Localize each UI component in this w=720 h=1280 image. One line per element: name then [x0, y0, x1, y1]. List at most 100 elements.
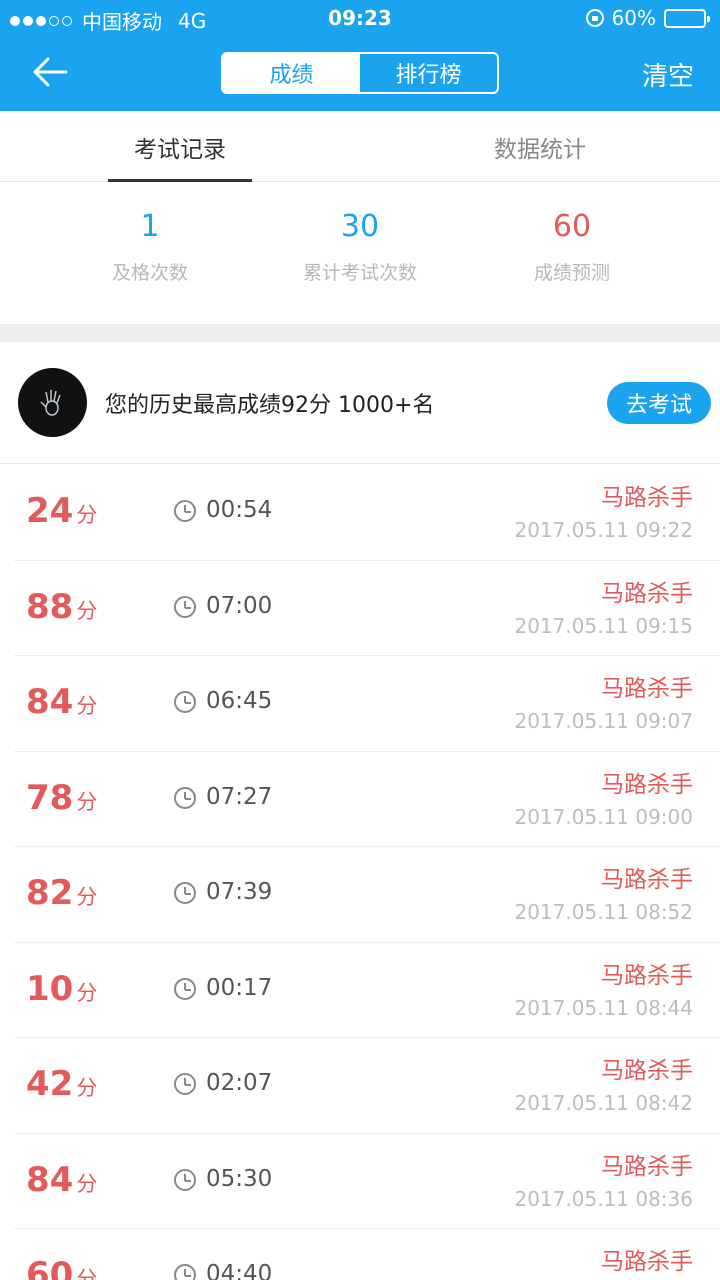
clock-icon	[174, 786, 196, 809]
app-header: 中国移动 4G 09:23 60% 成绩 排行榜 清空	[0, 0, 720, 111]
exam-datetime: 2017.05.11 09:22	[514, 518, 693, 542]
list-item[interactable]: 78 分 07:27 马路杀手 2017.05.11 09:00	[0, 752, 720, 848]
exam-duration: 06:45	[206, 688, 273, 714]
segment-ranking[interactable]: 排行榜	[360, 54, 497, 92]
exam-title: 马路杀手	[601, 1153, 693, 1180]
clock-icon	[174, 595, 196, 618]
clock-icon	[174, 977, 196, 1000]
battery-icon	[664, 8, 710, 28]
exam-datetime: 2017.05.11 08:36	[514, 1186, 693, 1211]
list-item[interactable]: 88 分 07:00 马路杀手 2017.05.11 09:15	[0, 561, 720, 657]
exam-duration: 00:54	[206, 497, 273, 523]
score-unit: 分	[76, 1076, 98, 1100]
clock-icon	[174, 1073, 196, 1095]
score-value: 82	[26, 873, 74, 913]
score-value: 88	[26, 586, 74, 627]
exam-duration: 07:00	[206, 592, 273, 619]
clock-icon	[174, 882, 196, 904]
stat-value: 60	[552, 209, 592, 244]
tab-bar: 考试记录 数据统计	[0, 111, 720, 182]
status-bar: 中国移动 4G 09:23 60%	[0, 0, 720, 36]
exam-title: 马路杀手	[601, 1249, 693, 1275]
segment-scores[interactable]: 成绩	[223, 54, 360, 92]
clear-button[interactable]: 清空	[642, 56, 694, 93]
section-divider	[0, 324, 720, 342]
avatar	[18, 368, 87, 437]
battery-percent: 60%	[611, 6, 656, 30]
exam-datetime: 2017.05.11 08:52	[514, 900, 693, 924]
clock-icon	[174, 500, 196, 522]
exam-title: 马路杀手	[601, 867, 693, 893]
list-item[interactable]: 10 分 00:17 马路杀手 2017.05.11 08:44	[0, 943, 720, 1039]
best-score-banner: 您的历史最高成绩92分 1000+名 去考试	[0, 342, 720, 464]
clock-icon	[174, 1168, 196, 1191]
score: 60 分	[26, 1255, 97, 1280]
exam-duration: 04:40	[206, 1261, 273, 1280]
score-unit: 分	[76, 789, 98, 814]
stat-label: 成绩预测	[533, 262, 610, 284]
list-item[interactable]: 84 分 06:45 马路杀手 2017.05.11 09:07	[0, 656, 720, 752]
stat-label: 累计考试次数	[302, 262, 417, 284]
score: 24 分	[26, 491, 97, 531]
score: 42 分	[26, 1064, 97, 1104]
exam-title: 马路杀手	[601, 962, 693, 989]
hand-print-icon	[40, 390, 61, 416]
score: 84 分	[26, 1160, 97, 1200]
score-unit: 分	[76, 694, 98, 718]
exam-duration: 02:07	[206, 1070, 273, 1096]
list-item[interactable]: 82 分 07:39 马路杀手 2017.05.11 08:52	[0, 847, 720, 943]
score-unit: 分	[76, 503, 98, 527]
exam-datetime: 2017.05.11 09:07	[514, 709, 693, 733]
exam-duration: 07:27	[206, 783, 273, 810]
score: 88 分	[26, 587, 97, 627]
best-score-text: 您的历史最高成绩92分 1000+名	[105, 393, 435, 418]
tab-exam-records[interactable]: 考试记录	[108, 111, 252, 182]
list-item[interactable]: 42 分 02:07 马路杀手 2017.05.11 08:42	[0, 1038, 720, 1134]
score-value: 84	[26, 682, 74, 722]
stat-score-prediction: 60 成绩预测	[452, 183, 692, 285]
score-unit: 分	[76, 1171, 98, 1196]
exam-title: 马路杀手	[601, 485, 693, 511]
score-unit: 分	[76, 885, 98, 909]
take-exam-button[interactable]: 去考试	[607, 382, 711, 424]
stats-summary: 1 及格次数 30 累计考试次数 60 成绩预测	[0, 183, 720, 324]
score-value: 24	[26, 491, 74, 531]
score-value: 84	[26, 1159, 74, 1200]
clock-icon	[174, 1264, 196, 1280]
tab-data-statistics[interactable]: 数据统计	[468, 111, 612, 182]
exam-title: 马路杀手	[601, 1058, 693, 1084]
score-value: 10	[26, 968, 74, 1009]
stat-value: 1	[140, 209, 160, 244]
stat-pass-count: 1 及格次数	[30, 183, 270, 285]
list-item[interactable]: 60 分 04:40 马路杀手	[0, 1229, 720, 1280]
exam-duration: 05:30	[206, 1165, 273, 1192]
rotation-lock-icon	[585, 9, 604, 27]
segment-control: 成绩 排行榜	[221, 52, 499, 94]
score-unit: 分	[76, 598, 98, 623]
exam-datetime: 2017.05.11 09:00	[514, 804, 693, 829]
exam-record-list: 24 分 00:54 马路杀手 2017.05.11 09:22 88 分 07:00 马路杀手…	[0, 465, 720, 1280]
stat-total-exams: 30 累计考试次数	[240, 183, 480, 285]
back-button[interactable]	[28, 50, 74, 96]
score: 78 分	[26, 778, 97, 818]
exam-duration: 00:17	[206, 974, 273, 1001]
exam-datetime: 2017.05.11 09:15	[514, 613, 693, 638]
list-item[interactable]: 24 分 00:54 马路杀手 2017.05.11 09:22	[0, 465, 720, 561]
score-value: 42	[26, 1064, 74, 1104]
score-value: 60	[26, 1255, 74, 1280]
stat-value: 30	[340, 209, 380, 244]
exam-duration: 07:39	[206, 879, 273, 905]
score: 84 分	[26, 682, 97, 722]
exam-title: 马路杀手	[601, 676, 693, 702]
score-unit: 分	[76, 980, 98, 1005]
list-item[interactable]: 84 分 05:30 马路杀手 2017.05.11 08:36	[0, 1134, 720, 1230]
score-unit: 分	[76, 1267, 98, 1280]
stat-label: 及格次数	[111, 262, 188, 284]
arrow-left-icon	[33, 57, 68, 87]
score-value: 78	[26, 777, 74, 818]
exam-title: 马路杀手	[601, 771, 693, 798]
score: 10 分	[26, 969, 97, 1009]
exam-datetime: 2017.05.11 08:44	[514, 995, 693, 1020]
score: 82 分	[26, 873, 97, 913]
exam-datetime: 2017.05.11 08:42	[514, 1091, 693, 1115]
